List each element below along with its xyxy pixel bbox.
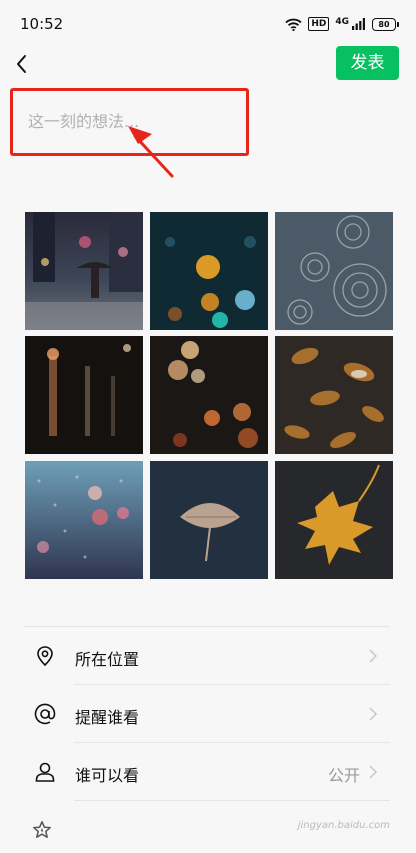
visibility-label: 谁可以看 [75,766,140,785]
location-item[interactable]: 所在位置 [24,627,390,685]
location-label: 所在位置 [75,650,140,669]
photo-thumbnail[interactable] [275,461,393,579]
header: 发表 [0,46,416,82]
battery-icon: 80 [372,17,399,31]
chevron-right-icon [369,765,378,779]
options-menu: 所在位置 提醒谁看 谁可以看 公开 [24,626,390,801]
remind-label: 提醒谁看 [75,708,140,727]
photo-thumbnail[interactable] [150,336,268,454]
photo-grid [25,212,394,579]
divider [74,800,390,801]
hd-badge: HD [308,17,330,31]
at-sign-icon [34,703,56,725]
photo-thumbnail[interactable] [275,336,393,454]
photo-thumbnail[interactable] [150,461,268,579]
back-button[interactable] [10,50,36,78]
location-pin-icon [37,646,53,667]
network-label: 4G [335,16,349,27]
chevron-right-icon [369,707,378,721]
photo-thumbnail[interactable] [150,212,268,330]
visibility-value: 公开 [327,766,360,785]
status-time: 10:52 [20,15,64,33]
post-button[interactable]: 发表 [336,46,399,80]
photo-thumbnail[interactable] [25,212,143,330]
star-icon[interactable] [32,820,52,840]
visibility-item[interactable]: 谁可以看 公开 [24,743,390,801]
back-icon [17,55,26,73]
photo-thumbnail[interactable] [275,212,393,330]
chevron-right-icon [369,649,378,663]
status-icons: HD 4G 80 [285,14,399,34]
photo-thumbnail[interactable] [25,336,143,454]
wifi-icon [285,18,302,31]
thought-input-placeholder: 这一刻的想法... [28,112,140,131]
remind-item[interactable]: 提醒谁看 [24,685,390,743]
watermark: jingyan.baidu.com [297,820,390,831]
photo-thumbnail[interactable] [25,461,143,579]
annotation-arrow-icon [128,126,174,178]
person-icon [35,762,55,782]
signal-icon [352,15,366,34]
status-bar: 10:52 HD 4G 80 [0,0,416,46]
